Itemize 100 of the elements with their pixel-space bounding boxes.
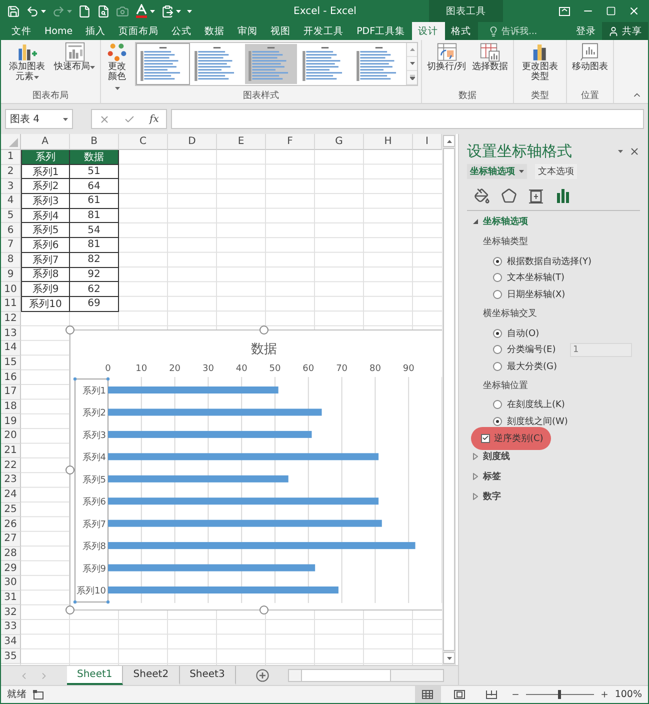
- row-header[interactable]: 7: [1, 238, 21, 253]
- column-header[interactable]: G: [315, 134, 364, 150]
- row-header[interactable]: 23: [1, 473, 21, 488]
- row-header[interactable]: 32: [1, 605, 21, 620]
- row-header[interactable]: 11: [1, 296, 21, 312]
- row-header[interactable]: 24: [1, 488, 21, 502]
- name-box[interactable]: 图表 4: [5, 109, 73, 129]
- row-header[interactable]: 26: [1, 517, 21, 532]
- row-header[interactable]: 12: [1, 312, 21, 326]
- share-button[interactable]: 共享: [602, 22, 648, 40]
- sheet-tab[interactable]: Sheet1: [67, 666, 124, 685]
- ribbon-tab[interactable]: 视图: [264, 22, 298, 40]
- ribbon-tab[interactable]: 页面布局: [112, 22, 166, 40]
- pane-tab[interactable]: 坐标轴选项: [467, 164, 527, 179]
- radio-label[interactable]: 分类编号(E): [507, 343, 556, 356]
- column-header[interactable]: A: [21, 134, 70, 150]
- row-header[interactable]: 31: [1, 590, 21, 606]
- row-header[interactable]: 3: [1, 179, 21, 194]
- category-label: 系列7: [82, 520, 106, 530]
- row-header[interactable]: 17: [1, 385, 21, 400]
- tell-me-search[interactable]: 告诉我...: [482, 22, 544, 40]
- row-header[interactable]: 15: [1, 356, 21, 370]
- section-header[interactable]: 数字: [467, 486, 501, 506]
- group-label: 图表布局: [32, 90, 70, 103]
- section-header[interactable]: 坐标轴选项: [467, 211, 528, 231]
- category-label: 系列10: [76, 586, 106, 596]
- ribbon-button[interactable]: 切换行/列: [425, 42, 468, 72]
- column-header[interactable]: B: [70, 134, 119, 150]
- zoom-percentage: 100%: [614, 689, 642, 700]
- section-header[interactable]: 刻度线: [467, 446, 510, 466]
- column-header[interactable]: C: [119, 134, 168, 150]
- radio-label[interactable]: 日期坐标轴(X): [507, 288, 566, 301]
- ribbon-button[interactable]: 快速布局: [52, 42, 97, 72]
- ribbon-button[interactable]: 更改图表类型: [517, 42, 564, 83]
- ribbon-tab[interactable]: 审阅: [231, 22, 264, 40]
- row-header[interactable]: 13: [1, 326, 21, 341]
- tick-label: 10: [136, 364, 148, 374]
- radio-label[interactable]: 文本坐标轴(T): [507, 271, 565, 284]
- group-label: 数据: [458, 90, 478, 103]
- checkbox-label[interactable]: 逆序类别(C): [494, 432, 544, 445]
- row-header[interactable]: 10: [1, 282, 21, 297]
- table-cell: 54: [70, 223, 119, 238]
- row-header[interactable]: 22: [1, 458, 21, 474]
- column-header[interactable]: E: [217, 134, 266, 150]
- radio-label[interactable]: 刻度线之间(W): [507, 414, 568, 428]
- column-header[interactable]: D: [168, 134, 217, 150]
- row-header[interactable]: 25: [1, 502, 21, 518]
- row-header[interactable]: 21: [1, 444, 21, 458]
- radio-label[interactable]: 最大分类(G): [507, 360, 557, 373]
- group-label: 类型: [530, 90, 550, 103]
- table-cell: 81: [70, 238, 119, 253]
- column-header[interactable]: F: [266, 134, 315, 150]
- row-header[interactable]: 28: [1, 546, 21, 562]
- row-header[interactable]: 35: [1, 649, 21, 664]
- ribbon-tab[interactable]: 插入: [79, 22, 112, 40]
- ribbon-button[interactable]: 添加图表元素: [4, 42, 50, 83]
- section-header[interactable]: 标签: [467, 466, 501, 486]
- pane-tab[interactable]: 文本选项: [535, 164, 577, 179]
- context-tab-label: 图表工具: [429, 0, 503, 22]
- sign-in-link[interactable]: 登录: [570, 22, 602, 40]
- radio-label[interactable]: 自动(O): [507, 326, 540, 340]
- ribbon-tab[interactable]: Home: [38, 22, 80, 40]
- row-header[interactable]: 30: [1, 576, 21, 591]
- table-header-cell: 数据: [70, 150, 119, 165]
- ribbon-tab[interactable]: 文件: [5, 22, 38, 40]
- row-header[interactable]: 6: [1, 223, 21, 238]
- radio-label[interactable]: 在刻度线上(K): [507, 398, 565, 412]
- ribbon-tab[interactable]: 数据: [198, 22, 232, 40]
- row-header[interactable]: 19: [1, 414, 21, 430]
- row-header[interactable]: 18: [1, 400, 21, 414]
- tick-label: 30: [202, 364, 214, 374]
- row-header[interactable]: 29: [1, 561, 21, 576]
- row-header[interactable]: 8: [1, 252, 21, 268]
- ribbon-tab[interactable]: 公式: [165, 22, 198, 40]
- radio-label[interactable]: 根据数据自动选择(Y): [507, 254, 592, 268]
- ribbon-tab[interactable]: 设计: [412, 22, 445, 40]
- ribbon-button[interactable]: 更改颜色: [104, 42, 130, 94]
- ribbon-button[interactable]: 选择数据: [470, 42, 510, 72]
- row-header[interactable]: 9: [1, 268, 21, 282]
- row-header[interactable]: 14: [1, 340, 21, 356]
- row-header[interactable]: 5: [1, 208, 21, 224]
- row-header[interactable]: 16: [1, 370, 21, 385]
- table-cell: 64: [70, 179, 119, 194]
- row-header[interactable]: 2: [1, 164, 21, 180]
- ribbon-tab[interactable]: PDF工具集: [350, 22, 412, 40]
- row-header[interactable]: 1: [1, 150, 21, 165]
- ribbon-button[interactable]: 移动图表: [570, 42, 610, 72]
- table-cell: 62: [70, 282, 119, 297]
- ribbon-tab[interactable]: 开发工具: [297, 22, 350, 40]
- row-header[interactable]: 33: [1, 620, 21, 635]
- insert-function-button[interactable]: fx: [150, 114, 159, 124]
- tick-label: 50: [269, 364, 281, 374]
- ribbon-tab[interactable]: 格式: [444, 22, 478, 40]
- row-header[interactable]: 20: [1, 429, 21, 444]
- table-cell: 系列10: [21, 296, 70, 312]
- row-header[interactable]: 27: [1, 532, 21, 547]
- column-header[interactable]: H: [364, 134, 413, 150]
- row-header[interactable]: 34: [1, 634, 21, 650]
- column-header[interactable]: I: [413, 134, 442, 150]
- row-header[interactable]: 4: [1, 194, 21, 209]
